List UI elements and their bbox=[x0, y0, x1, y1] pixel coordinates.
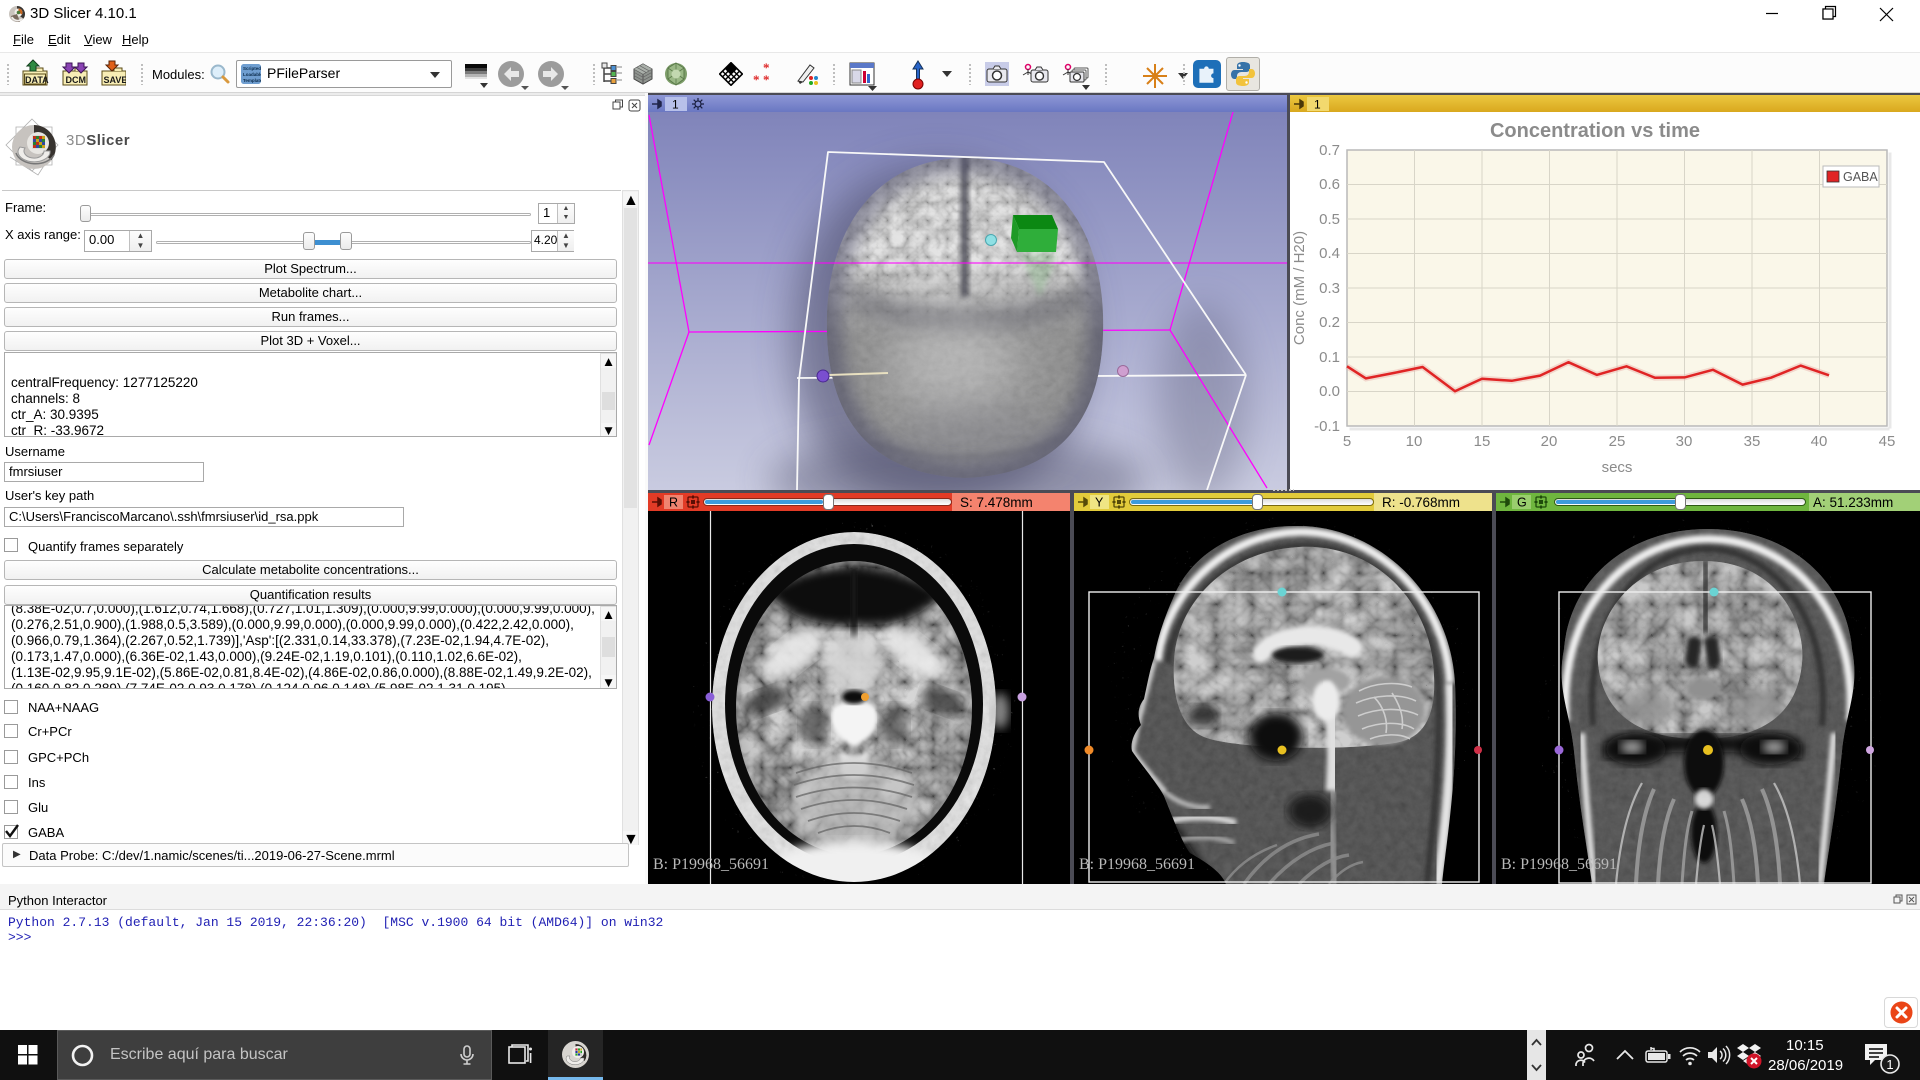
svg-text:25: 25 bbox=[1609, 433, 1626, 450]
svg-text:secs: secs bbox=[1602, 459, 1633, 476]
svg-text:*: * bbox=[753, 72, 760, 86]
svg-text:B: P19968_56691: B: P19968_56691 bbox=[653, 856, 769, 873]
svg-text:Concentration vs time: Concentration vs time bbox=[1490, 120, 1700, 142]
svg-text:G: G bbox=[1517, 496, 1527, 510]
svg-text:R: R bbox=[669, 496, 678, 510]
svg-text:*: * bbox=[763, 72, 770, 86]
svg-text:10: 10 bbox=[1406, 433, 1423, 450]
svg-text:0.3: 0.3 bbox=[1319, 280, 1340, 297]
svg-text:B: P19968_56691: B: P19968_56691 bbox=[1079, 856, 1195, 873]
svg-text:20: 20 bbox=[1541, 433, 1558, 450]
svg-text:B: P19968_56691: B: P19968_56691 bbox=[1501, 856, 1617, 873]
svg-text:GABA: GABA bbox=[1843, 170, 1878, 184]
svg-text:5: 5 bbox=[1343, 433, 1351, 450]
svg-text:40: 40 bbox=[1811, 433, 1828, 450]
svg-text:Y: Y bbox=[1095, 496, 1104, 510]
svg-text:0.0: 0.0 bbox=[1319, 383, 1340, 400]
svg-text:35: 35 bbox=[1744, 433, 1761, 450]
svg-text:0.6: 0.6 bbox=[1319, 176, 1340, 193]
svg-text:0.7: 0.7 bbox=[1319, 142, 1340, 159]
svg-text:Loadable: Loadable bbox=[243, 72, 261, 77]
svg-text:0.2: 0.2 bbox=[1319, 314, 1340, 331]
svg-text:0.5: 0.5 bbox=[1319, 211, 1340, 228]
svg-text:-0.1: -0.1 bbox=[1314, 418, 1340, 435]
svg-text:0.4: 0.4 bbox=[1319, 245, 1340, 262]
svg-text:1: 1 bbox=[1886, 1057, 1893, 1072]
svg-text:DATA: DATA bbox=[25, 75, 49, 85]
svg-text:30: 30 bbox=[1676, 433, 1693, 450]
svg-text:0.1: 0.1 bbox=[1319, 349, 1340, 366]
svg-text:1: 1 bbox=[672, 98, 679, 112]
svg-text:1: 1 bbox=[1314, 98, 1321, 112]
svg-text:Template: Template bbox=[243, 78, 261, 83]
svg-text:45: 45 bbox=[1879, 433, 1896, 450]
svg-text:Conc (mM / H20): Conc (mM / H20) bbox=[1291, 231, 1308, 345]
svg-text:Scripted: Scripted bbox=[243, 66, 261, 71]
svg-text:15: 15 bbox=[1474, 433, 1491, 450]
svg-text:SAVE: SAVE bbox=[104, 75, 127, 85]
svg-text:DCM: DCM bbox=[66, 75, 87, 85]
